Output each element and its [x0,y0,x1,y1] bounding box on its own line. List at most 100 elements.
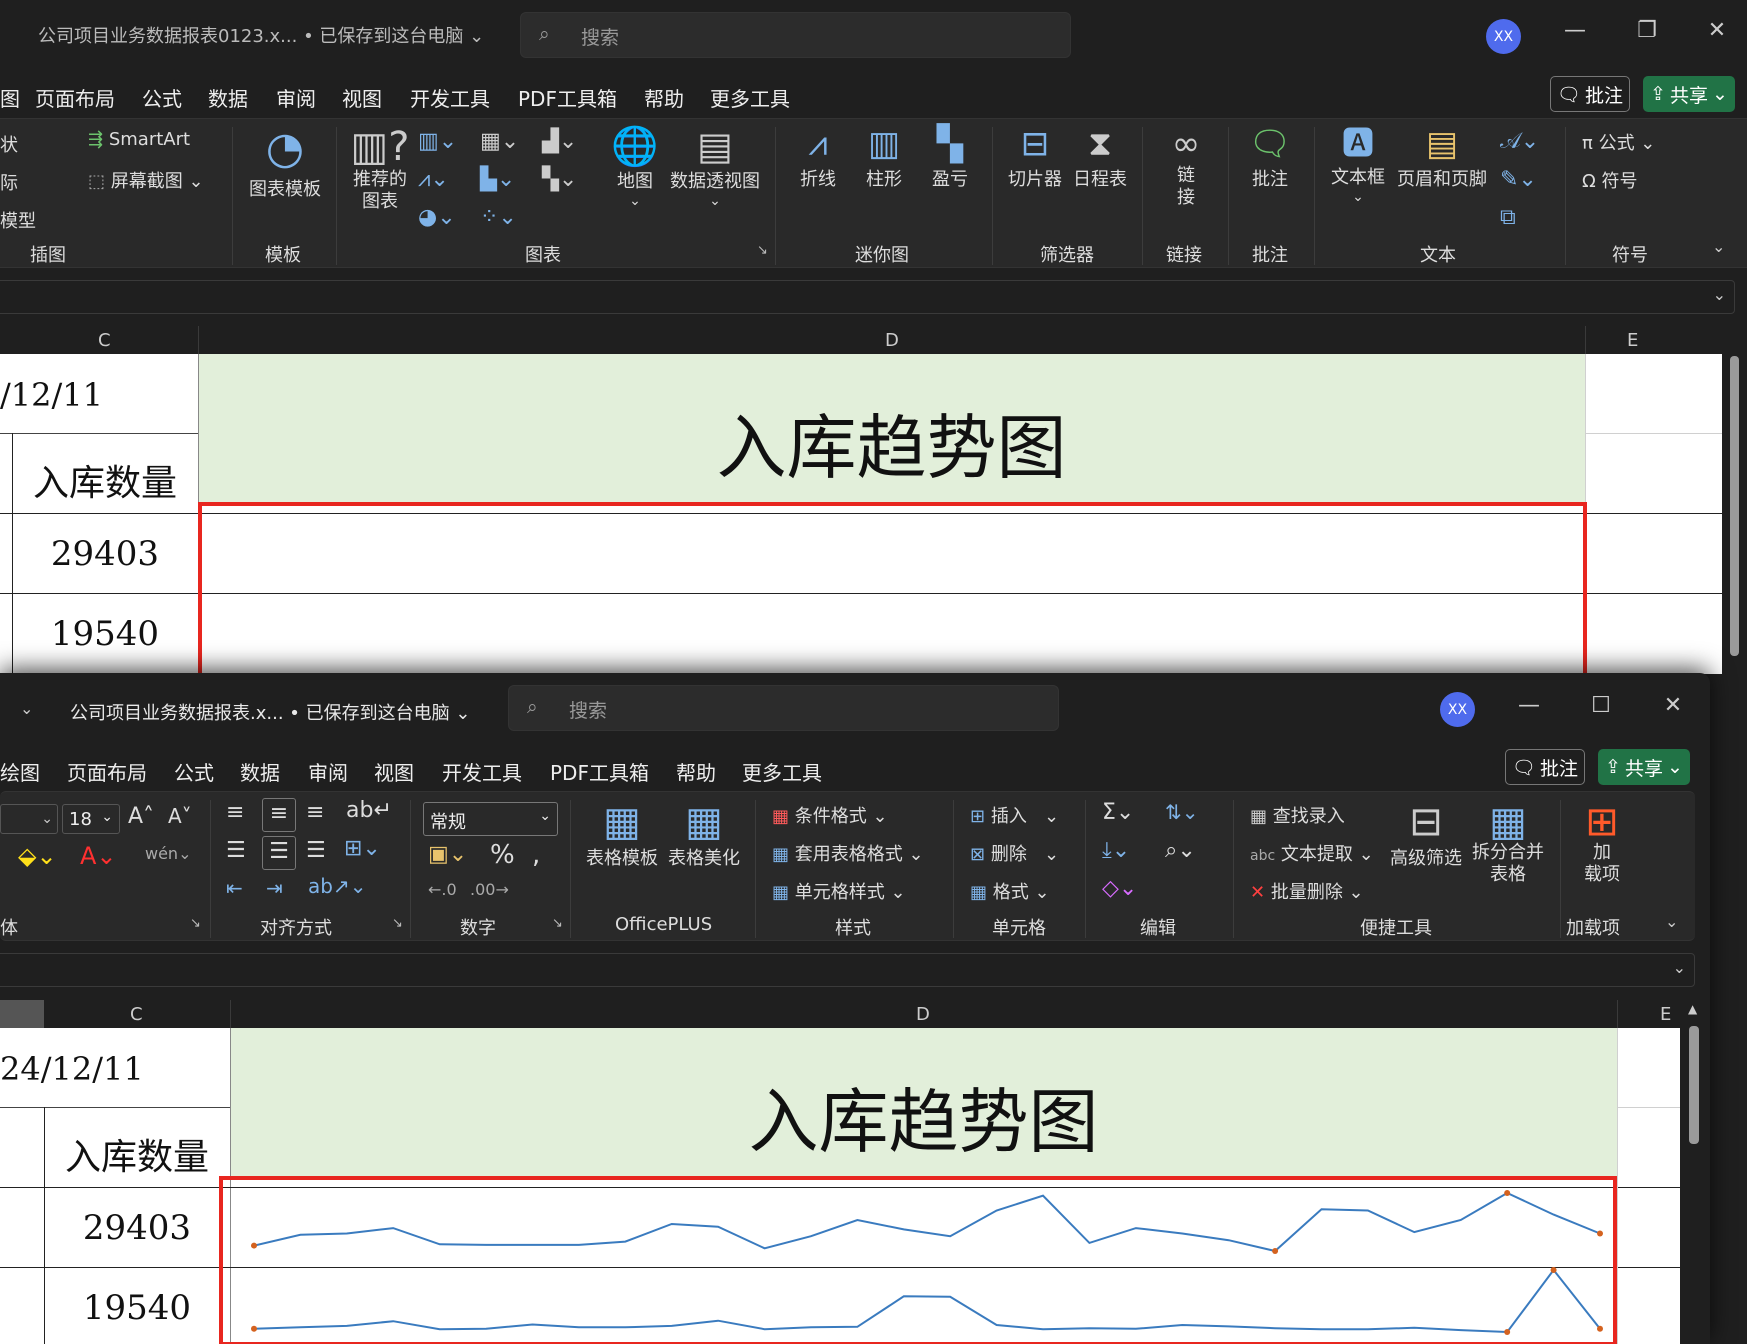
align-bottom-icon[interactable]: ≡ [306,802,324,824]
orientation-icon[interactable]: ab↗⌄ [308,876,366,896]
sort-filter-icon[interactable]: ⇅⌄ [1165,802,1199,822]
timeline-button[interactable]: ⧗ 日程表 [1070,127,1130,191]
select-all-corner[interactable] [0,1000,44,1028]
tab-more-tools[interactable]: 更多工具 [742,757,822,786]
fill-color-icon[interactable]: ⬙⌄ [18,844,57,868]
font-color-icon[interactable]: A⌄ [80,844,117,868]
scroll-thumb[interactable] [1730,356,1739,656]
line-chart-icon[interactable]: ⩘⌄ [418,169,449,191]
decrease-indent-icon[interactable]: ⇤ [226,878,243,898]
comments-button[interactable]: 🗨 批注 [1550,76,1630,112]
formula-bar[interactable]: ⌄ [0,280,1735,314]
quick-access-icon[interactable]: ⌄ [20,699,33,718]
advanced-filter-button[interactable]: ⊟ 高级筛选 [1388,802,1464,870]
shapes-label[interactable]: 状 [0,131,18,157]
icons-label[interactable]: 际 [0,169,18,195]
col-header-e[interactable]: E [1627,330,1638,351]
vertical-scrollbar[interactable]: ▲ [1680,1000,1710,1344]
dialog-launcher-icon[interactable]: ↘ [757,243,768,258]
text-extract-button[interactable]: abc 文本提取 ⌄ [1250,840,1374,866]
align-middle-icon[interactable]: ≡ [262,798,296,832]
col-header-c[interactable]: C [130,1004,143,1025]
tab-review[interactable]: 审阅 [276,83,316,112]
tab-page-layout[interactable]: 页面布局 [67,757,147,786]
comma-style-icon[interactable]: , [532,842,540,868]
grow-font-icon[interactable]: A˄ [128,806,154,828]
format-as-table-button[interactable]: ▦ 套用表格格式 ⌄ [772,840,924,866]
tab-pdf[interactable]: PDF工具箱 [518,83,617,112]
share-button[interactable]: ⇪ 共享 ⌄ [1598,749,1690,785]
tab-developer[interactable]: 开发工具 [442,757,522,786]
tab-page-layout[interactable]: 页面布局 [35,83,115,112]
align-left-icon[interactable]: ☰ [226,840,246,862]
textbox-button[interactable]: 🅰 文本框 ⌄ [1326,127,1390,205]
maximize-button[interactable]: ☐ [1586,693,1616,718]
col-header-d[interactable]: D [885,330,899,351]
scroll-up-icon[interactable]: ▲ [1688,1002,1697,1016]
number-format-select[interactable]: 常规 ⌄ [423,802,558,836]
smartart-button[interactable]: ⇶ SmartArt [88,129,190,150]
tab-formulas[interactable]: 公式 [174,757,214,786]
column-chart-icon[interactable]: ▥⌄ [418,131,457,153]
link-button[interactable]: ∞ 链 接 [1158,127,1214,209]
format-cells-button[interactable]: ▦ 格式 ⌄ [970,878,1050,904]
fill-down-icon[interactable]: ⤓⌄ [1102,840,1130,862]
tab-pdf[interactable]: PDF工具箱 [550,757,649,786]
decrease-decimal-icon[interactable]: .00→ [470,882,509,898]
tab-formulas[interactable]: 公式 [142,83,182,112]
close-button[interactable]: ✕ [1702,18,1732,43]
delete-cells-button[interactable]: ⊠ 删除 ⌄ [970,840,1059,866]
sparkline-column-button[interactable]: ▥ 柱形 [856,127,912,191]
value-cell-2[interactable]: 19540 [44,1288,230,1328]
map-chart-button[interactable]: 🌐 地图 ⌄ [610,127,660,209]
collapse-ribbon-icon[interactable]: ⌄ [1712,237,1725,256]
table-template-button[interactable]: ▦ 表格模板 [584,802,660,870]
increase-decimal-icon[interactable]: ←.0 [428,882,457,898]
avatar[interactable]: XX [1486,19,1521,54]
col-header-d[interactable]: D [916,1004,930,1025]
equation-button[interactable]: π 公式 ⌄ [1582,129,1655,155]
wrap-text-icon[interactable]: ab↵ [346,800,392,822]
tab-help[interactable]: 帮助 [644,83,684,112]
col-header-e[interactable]: E [1660,1004,1671,1025]
find-select-icon[interactable]: ⌕⌄ [1165,840,1196,862]
screenshot-button[interactable]: ⬚ 屏幕截图 ⌄ [88,167,204,193]
avatar[interactable]: XX [1440,692,1475,727]
hierarchy-chart-icon[interactable]: ▦⌄ [480,131,519,153]
new-comment-button[interactable]: 🗨 批注 [1240,127,1300,191]
waterfall-chart-icon[interactable]: ▟⌄ [542,131,577,153]
minimize-button[interactable]: — [1514,693,1544,718]
tab-draw[interactable]: 绘图 [0,757,40,786]
clear-icon[interactable]: ◇⌄ [1102,878,1137,900]
wordart-icon[interactable]: 𝒜⌄ [1500,131,1539,153]
tab-data[interactable]: 数据 [240,757,280,786]
merge-center-icon[interactable]: ⊞⌄ [344,838,381,860]
tab-data[interactable]: 数据 [208,83,248,112]
conditional-format-button[interactable]: ▦ 条件格式 ⌄ [772,802,888,828]
align-top-icon[interactable]: ≡ [226,802,244,824]
cell-styles-button[interactable]: ▦ 单元格样式 ⌄ [772,878,906,904]
accounting-format-icon[interactable]: ▣⌄ [428,844,467,866]
expand-formula-icon[interactable]: ⌄ [1713,285,1726,304]
scroll-thumb[interactable] [1689,1026,1699,1144]
minimize-button[interactable]: — [1560,18,1590,43]
shrink-font-icon[interactable]: A˅ [168,806,192,826]
quantity-header-cell[interactable]: 入库数量 [12,454,198,506]
sparkline-line-button[interactable]: ⩘ 折线 [790,127,846,191]
col-header-c[interactable]: C [98,330,111,351]
close-button[interactable]: ✕ [1658,693,1688,718]
percent-icon[interactable]: % [490,842,515,868]
formula-bar[interactable]: ⌄ [0,953,1695,987]
tab-view[interactable]: 视图 [342,83,382,112]
vertical-scrollbar[interactable] [1722,326,1747,676]
search-box[interactable]: ⌕ 搜索 [520,12,1071,58]
font-size-select[interactable]: 18 ⌄ [62,804,120,834]
stat-chart-icon[interactable]: ▙⌄ [480,169,515,191]
date-cell[interactable]: /12/11 [0,376,103,414]
increase-indent-icon[interactable]: ⇥ [266,878,283,898]
document-title[interactable]: 公司项目业务数据报表.x... • 已保存到这台电脑 ⌄ [70,699,470,725]
sparkline-winloss-button[interactable]: ▚ 盈亏 [922,127,978,191]
pivot-chart-button[interactable]: ▤ 数据透视图 ⌄ [665,127,765,209]
scatter-chart-icon[interactable]: ⁘⌄ [480,207,517,229]
table-beautify-button[interactable]: ▦ 表格美化 [666,802,742,870]
